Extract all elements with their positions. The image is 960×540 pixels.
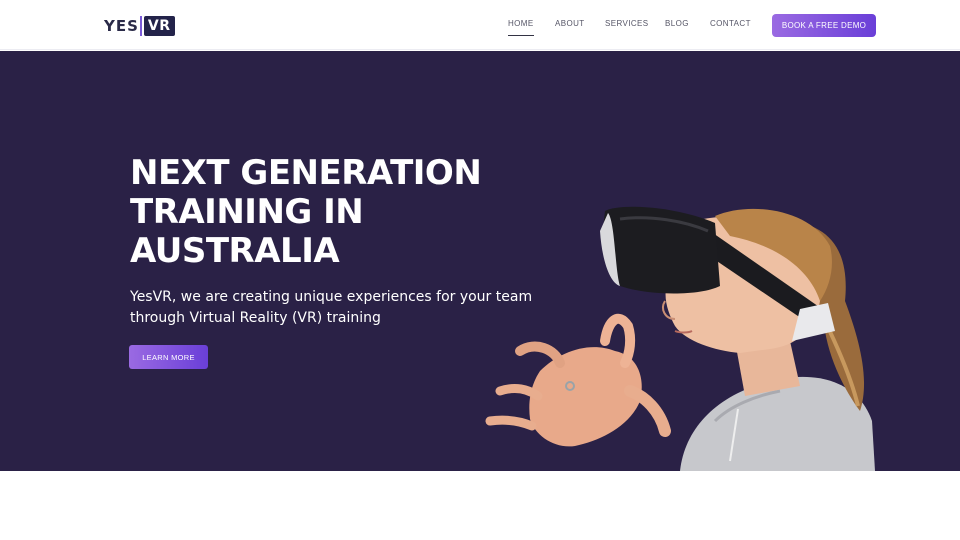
nav-home[interactable]: HOME <box>508 19 534 36</box>
nav-about[interactable]: ABOUT <box>555 19 585 28</box>
hero-section: NEXT GENERATION TRAINING IN AUSTRALIA Ye… <box>0 51 960 471</box>
logo-divider <box>139 16 142 36</box>
nav-contact[interactable]: CONTACT <box>710 19 751 28</box>
nav-services[interactable]: SERVICES <box>605 19 649 28</box>
nav-blog[interactable]: BLOG <box>665 19 689 28</box>
below-fold-area <box>0 471 960 540</box>
learn-more-button[interactable]: LEARN MORE <box>129 345 208 369</box>
site-header: YES VR HOME ABOUT SERVICES BLOG CONTACT … <box>0 0 960 50</box>
book-demo-button[interactable]: BOOK A FREE DEMO <box>772 14 876 37</box>
yesvr-logo[interactable]: YES VR <box>104 15 175 37</box>
vr-headset-person-image <box>485 206 875 471</box>
logo-text-vr: VR <box>143 16 175 36</box>
logo-text-yes: YES <box>104 17 139 35</box>
